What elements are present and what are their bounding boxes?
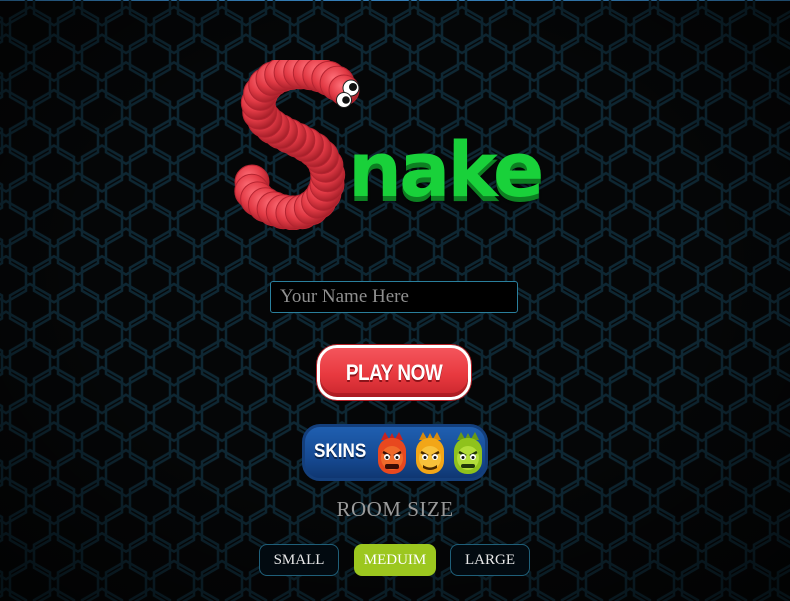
orange-skin-icon	[416, 432, 444, 474]
logo-title-text: nake	[348, 132, 544, 208]
player-name-input[interactable]	[270, 281, 518, 313]
play-now-button[interactable]: PLAY NOW	[317, 345, 471, 400]
skins-label: SKINS	[314, 441, 367, 462]
skins-button[interactable]: SKINS	[302, 424, 488, 481]
room-size-large-button[interactable]: LARGE	[450, 544, 530, 576]
green-skin-icon	[454, 432, 482, 474]
room-size-small-label: SMALL	[273, 551, 325, 568]
room-size-large-label: LARGE	[465, 551, 515, 568]
room-size-title: ROOM SIZE	[336, 497, 454, 521]
room-size-medium-label: MEDUIM	[363, 551, 427, 568]
game-screen: nake PLAY NOW SKINS	[0, 0, 790, 601]
play-now-label: PLAY NOW	[345, 359, 443, 385]
room-size-small-button[interactable]: SMALL	[259, 544, 339, 576]
logo-text: nake	[348, 125, 544, 214]
red-skin-icon	[378, 432, 406, 474]
room-size-medium-button[interactable]: MEDUIM	[354, 544, 436, 576]
